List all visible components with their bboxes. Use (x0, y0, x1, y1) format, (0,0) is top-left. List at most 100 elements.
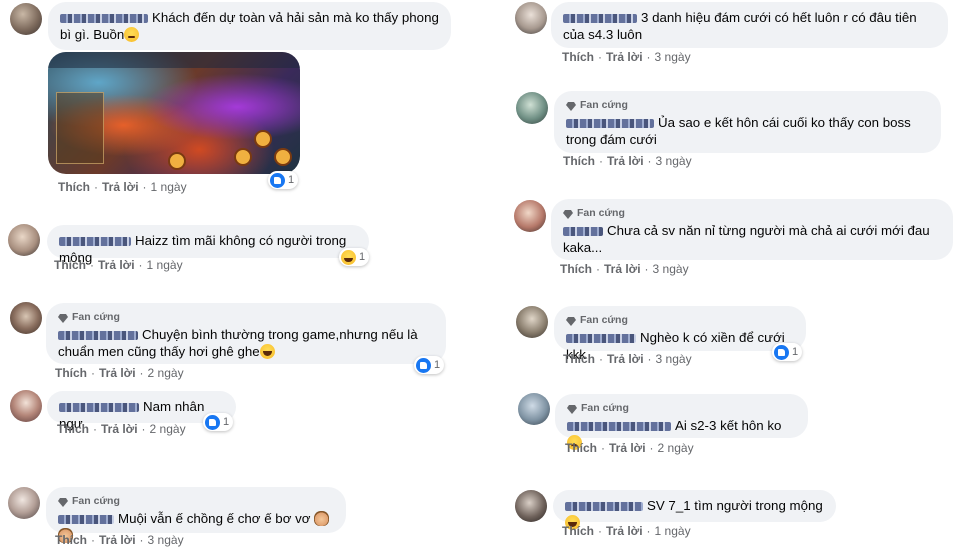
reply-link[interactable]: Trả lời (606, 524, 643, 538)
like-icon (270, 172, 285, 188)
timestamp[interactable]: 3 ngày (655, 50, 691, 64)
reaction-count: 1 (359, 251, 366, 263)
commenter-name[interactable] (59, 402, 139, 412)
like-link[interactable]: Thích (55, 366, 87, 380)
timestamp[interactable]: 3 ngày (656, 352, 692, 366)
like-link[interactable]: Thích (563, 154, 595, 168)
avatar[interactable] (516, 92, 548, 124)
fan-badge[interactable]: Fan cứng (567, 401, 796, 416)
reaction-badge[interactable]: 1 (339, 248, 370, 266)
haha-icon (341, 249, 356, 265)
comment-actions: Thích · Trả lời · 1 ngày (58, 180, 187, 194)
comment-bubble: Fan cứng Chưa cả sv năn nỉ từng người mà… (551, 199, 953, 260)
reply-link[interactable]: Trả lời (99, 366, 136, 380)
reaction-badge[interactable]: 1 (414, 356, 445, 374)
like-icon (416, 357, 431, 373)
reply-link[interactable]: Trả lời (98, 258, 135, 272)
fan-badge[interactable]: Fan cứng (58, 310, 434, 325)
fan-badge[interactable]: Fan cứng (566, 313, 794, 328)
avatar[interactable] (515, 2, 547, 34)
timestamp[interactable]: 3 ngày (656, 154, 692, 168)
like-link[interactable]: Thích (565, 441, 597, 455)
avatar[interactable] (514, 200, 546, 232)
avatar[interactable] (10, 390, 42, 422)
avatar[interactable] (10, 3, 42, 35)
like-link[interactable]: Thích (54, 258, 86, 272)
commenter-name[interactable] (59, 236, 131, 246)
avatar[interactable] (516, 306, 548, 338)
timestamp[interactable]: 1 ngày (147, 258, 183, 272)
reaction-count: 1 (434, 359, 441, 371)
timestamp[interactable]: 2 ngày (150, 422, 186, 436)
diamond-icon (566, 101, 576, 111)
like-link[interactable]: Thích (562, 524, 594, 538)
reaction-badge[interactable]: 1 (772, 343, 803, 361)
diamond-icon (567, 404, 577, 414)
comment-bubble: Haizz tìm mãi không có người trong mộng (47, 225, 369, 265)
woman-emoji-icon (314, 511, 330, 526)
badge-label: Fan cứng (581, 402, 629, 414)
commenter-name[interactable] (563, 226, 603, 236)
reply-link[interactable]: Trả lời (607, 352, 644, 366)
commenter-name[interactable] (60, 13, 148, 23)
like-icon (774, 344, 789, 360)
like-link[interactable]: Thích (58, 180, 90, 194)
reply-link[interactable]: Trả lời (606, 50, 643, 64)
fan-badge[interactable]: Fan cứng (563, 206, 941, 221)
comment-bubble: 3 danh hiệu đám cưới có hết luôn r có đâ… (551, 2, 948, 48)
commenter-name[interactable] (58, 330, 138, 340)
reply-link[interactable]: Trả lời (604, 262, 641, 276)
comment-bubble: Fan cứng Nghèo k có xiền để cưới kkk (554, 306, 806, 362)
timestamp[interactable]: 1 ngày (655, 524, 691, 538)
commenter-name[interactable] (563, 13, 637, 23)
comment-text: Ai s2-3 kết hôn ko (675, 418, 782, 433)
comment-text: Chưa cả sv năn nỉ từng người mà chả ai c… (563, 223, 930, 255)
grin-emoji-icon (259, 344, 275, 359)
timestamp[interactable]: 2 ngày (658, 441, 694, 455)
reply-link[interactable]: Trả lời (609, 441, 646, 455)
reply-link[interactable]: Trả lời (101, 422, 138, 436)
comment-actions: Thích · Trả lời · 2 ngày (55, 366, 184, 380)
comment-actions: Thích · Trả lời · 1 ngày (562, 524, 691, 538)
avatar[interactable] (8, 224, 40, 256)
comment-text: SV 7_1 tìm người trong mộng (647, 498, 823, 513)
comment-actions: Thích · Trả lời · 3 ngày (563, 154, 692, 168)
reaction-badge[interactable]: 1 (203, 413, 234, 431)
avatar[interactable] (518, 393, 550, 425)
badge-label: Fan cứng (577, 207, 625, 219)
fan-badge[interactable]: Fan cứng (566, 98, 929, 113)
reply-link[interactable]: Trả lời (102, 180, 139, 194)
reply-link[interactable]: Trả lời (607, 154, 644, 168)
badge-label: Fan cứng (580, 99, 628, 111)
like-link[interactable]: Thích (563, 352, 595, 366)
pensive-emoji-icon (124, 27, 140, 42)
timestamp[interactable]: 2 ngày (148, 366, 184, 380)
diamond-icon (58, 313, 68, 323)
diamond-icon (58, 497, 68, 507)
comment-actions: Thích · Trả lời · 3 ngày (560, 262, 689, 276)
comment-actions: Thích · Trả lời · 3 ngày (563, 352, 692, 366)
comment-bubble: Fan cứng Muội vẫn ế chồng ế chơ ế bơ vơ (46, 487, 346, 543)
badge-label: Fan cứng (72, 495, 120, 507)
like-link[interactable]: Thích (57, 422, 89, 436)
avatar[interactable] (515, 490, 547, 522)
comment-bubble: Khách đến dự toàn vả hải sản mà ko thấy … (48, 2, 451, 50)
commenter-name[interactable] (566, 333, 636, 343)
commenter-name[interactable] (565, 501, 643, 511)
avatar[interactable] (8, 487, 40, 519)
avatar[interactable] (10, 302, 42, 334)
like-link[interactable]: Thích (560, 262, 592, 276)
comment-bubble: Fan cứng Chuyện bình thường trong game,n… (46, 303, 446, 364)
comment-actions: Thích · Trả lời · 2 ngày (565, 441, 694, 455)
fan-badge[interactable]: Fan cứng (58, 494, 334, 509)
comment-image[interactable] (48, 52, 300, 174)
commenter-name[interactable] (58, 514, 114, 524)
reaction-badge[interactable]: 1 (268, 171, 299, 189)
like-link[interactable]: Thích (562, 50, 594, 64)
commenter-name[interactable] (566, 118, 654, 128)
timestamp[interactable]: 1 ngày (151, 180, 187, 194)
commenter-name[interactable] (567, 421, 671, 431)
diamond-icon (563, 209, 573, 219)
timestamp[interactable]: 3 ngày (653, 262, 689, 276)
badge-label: Fan cứng (72, 311, 120, 323)
